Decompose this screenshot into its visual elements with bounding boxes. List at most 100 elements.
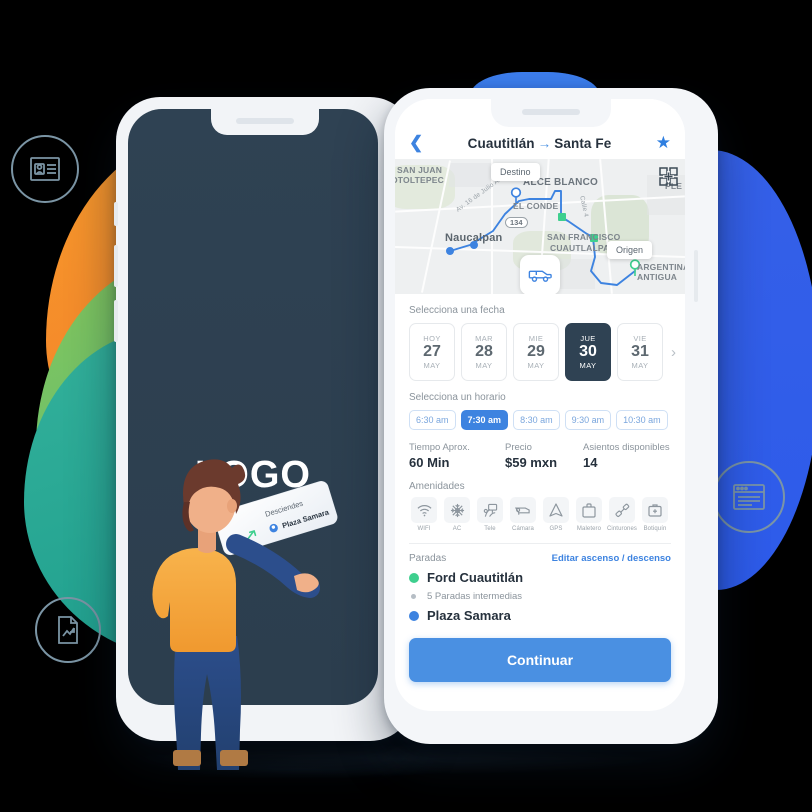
- tv-icon: [477, 497, 503, 523]
- map-label: ANTIGUA: [637, 272, 678, 282]
- amenities-list: WIFI AC Tele Cámara GPS Maletero Cinturo…: [409, 497, 671, 532]
- person-pants: [174, 636, 241, 770]
- seatbelt-icon: [609, 497, 635, 523]
- ac-icon: [444, 497, 470, 523]
- left-phone-volume-down-button[interactable]: [114, 300, 118, 342]
- amenity-wifi: WIFI: [409, 497, 439, 532]
- stop-item-intermediate[interactable]: 5 Paradas intermedias: [409, 591, 671, 602]
- gps-icon: [543, 497, 569, 523]
- page-root: LOGO powered by Jetty ❮ Cuautitlán→Santa…: [0, 0, 812, 812]
- stop-item-start[interactable]: Ford Cuautitlán: [409, 570, 671, 585]
- map-label: EL CONDE: [513, 201, 559, 211]
- time-chip[interactable]: 10:30 am: [616, 410, 668, 430]
- time-chip[interactable]: 6:30 am: [409, 410, 456, 430]
- route-destination: Santa Fe: [554, 136, 612, 151]
- date-card-selected[interactable]: JUE 30 MAY: [565, 323, 611, 381]
- map-tag-destination: Destino: [491, 163, 540, 181]
- route-arrow-icon: →: [537, 136, 552, 151]
- trip-duration-label: Tiempo Aprox.: [409, 442, 470, 453]
- date-month: MAY: [579, 361, 597, 371]
- trip-price: Precio $59 mxn: [505, 442, 583, 470]
- app-container: ❮ Cuautitlán → Santa Fe ★ SAN JUAN OTOLT…: [395, 99, 685, 711]
- date-card[interactable]: MAR 28 MAY: [461, 323, 507, 381]
- edit-stops-link[interactable]: Editar ascenso / descenso: [552, 553, 671, 564]
- map-label: OTOLTEPEC: [395, 175, 444, 185]
- favorite-star-icon[interactable]: ★: [656, 134, 671, 151]
- date-card[interactable]: MIE 29 MAY: [513, 323, 559, 381]
- amenity-label: AC: [452, 526, 462, 532]
- date-dow: MAR: [475, 333, 493, 343]
- amenity-label: Botiquín: [643, 526, 667, 532]
- wifi-icon: [411, 497, 437, 523]
- stop-bullet-blue-icon: [409, 610, 419, 621]
- amenity-gps: GPS: [541, 497, 571, 532]
- stops-header: Paradas Editar ascenso / descenso: [409, 553, 671, 564]
- date-section: Selecciona una fecha HOY 27 MAY MAR 28 M…: [395, 294, 685, 381]
- route-map[interactable]: SAN JUAN OTOLTEPEC ALCE BLANCO EL CONDE …: [395, 159, 685, 294]
- amenity-tv: Tele: [475, 497, 505, 532]
- firstaid-icon: [642, 497, 668, 523]
- stops-label: Paradas: [409, 553, 447, 564]
- date-month: MAY: [423, 361, 441, 371]
- person-shirt: [152, 548, 236, 652]
- expand-map-icon[interactable]: [659, 167, 678, 186]
- map-route-endpoint: [446, 247, 454, 255]
- right-phone-speaker: [522, 109, 580, 115]
- amenity-ac: AC: [442, 497, 472, 532]
- trip-seats: Asientos disponibles 14: [583, 442, 670, 470]
- amenities-label: Amenidades: [409, 481, 465, 492]
- trip-seats-label: Asientos disponibles: [583, 442, 670, 453]
- person-ear: [227, 499, 237, 513]
- continue-button[interactable]: Continuar: [409, 638, 671, 682]
- stop-name: Plaza Samara: [427, 608, 511, 623]
- route-title: Cuautitlán → Santa Fe: [468, 136, 612, 151]
- trip-duration-value: 60 Min: [409, 455, 450, 470]
- trip-info-section: Tiempo Aprox. 60 Min Precio $59 mxn Asie…: [395, 430, 685, 629]
- left-phone-mute-button[interactable]: [114, 202, 118, 226]
- luggage-icon: [576, 497, 602, 523]
- map-label: Naucalpan: [445, 232, 503, 244]
- right-phone-notch: [491, 99, 611, 127]
- date-day: 30: [579, 342, 597, 360]
- amenity-label: WIFI: [417, 526, 431, 532]
- date-month: MAY: [631, 361, 649, 371]
- person-shoe-right: [220, 750, 248, 766]
- amenity-label: Cinturones: [607, 526, 638, 532]
- trip-price-value: $59 mxn: [505, 455, 558, 470]
- document-chart-icon: [35, 597, 101, 663]
- date-next-chevron-icon[interactable]: ›: [671, 344, 676, 361]
- time-chip[interactable]: 9:30 am: [564, 410, 612, 430]
- date-card[interactable]: VIE 31 MAY: [617, 323, 663, 381]
- time-section-label: Selecciona un horario: [409, 392, 506, 403]
- right-phone-power-button[interactable]: [694, 250, 698, 302]
- person-shoe-left: [173, 750, 201, 766]
- amenity-seatbelt: Cinturones: [607, 497, 637, 532]
- date-month: MAY: [527, 361, 545, 371]
- right-phone-screen: ❮ Cuautitlán → Santa Fe ★ SAN JUAN OTOLT…: [395, 99, 685, 711]
- amenity-label: GPS: [549, 526, 563, 532]
- stop-bullet-grey-icon: [411, 594, 416, 599]
- date-month: MAY: [475, 361, 493, 371]
- time-picker[interactable]: 6:30 am 7:30 am 8:30 am 9:30 am 10:30 am: [409, 410, 671, 430]
- map-stop-marker: [558, 213, 566, 221]
- back-icon[interactable]: ❮: [409, 134, 423, 151]
- id-card-icon: [11, 135, 79, 203]
- date-day: 28: [475, 342, 493, 360]
- stop-item-end[interactable]: Plaza Samara: [409, 608, 671, 623]
- date-day: 31: [631, 342, 649, 360]
- time-chip[interactable]: 8:30 am: [513, 410, 560, 430]
- date-dow: VIE: [633, 333, 647, 343]
- trip-info-row: Tiempo Aprox. 60 Min Precio $59 mxn Asie…: [409, 442, 671, 470]
- amenity-luggage: Maletero: [574, 497, 604, 532]
- amenity-firstaid: Botiquín: [640, 497, 670, 532]
- right-phone-mockup: ❮ Cuautitlán → Santa Fe ★ SAN JUAN OTOLT…: [384, 88, 718, 744]
- amenity-label: Maletero: [576, 526, 602, 532]
- date-dow: JUE: [580, 333, 596, 343]
- date-card[interactable]: HOY 27 MAY: [409, 323, 455, 381]
- date-picker[interactable]: HOY 27 MAY MAR 28 MAY MIE 29 MAY JUE 30 …: [409, 323, 676, 381]
- left-phone-volume-up-button[interactable]: [114, 245, 118, 287]
- browser-window-icon: [713, 461, 785, 533]
- time-chip-selected[interactable]: 7:30 am: [460, 410, 509, 430]
- amenity-label: Cámara: [512, 526, 534, 532]
- amenity-label: Tele: [484, 526, 496, 532]
